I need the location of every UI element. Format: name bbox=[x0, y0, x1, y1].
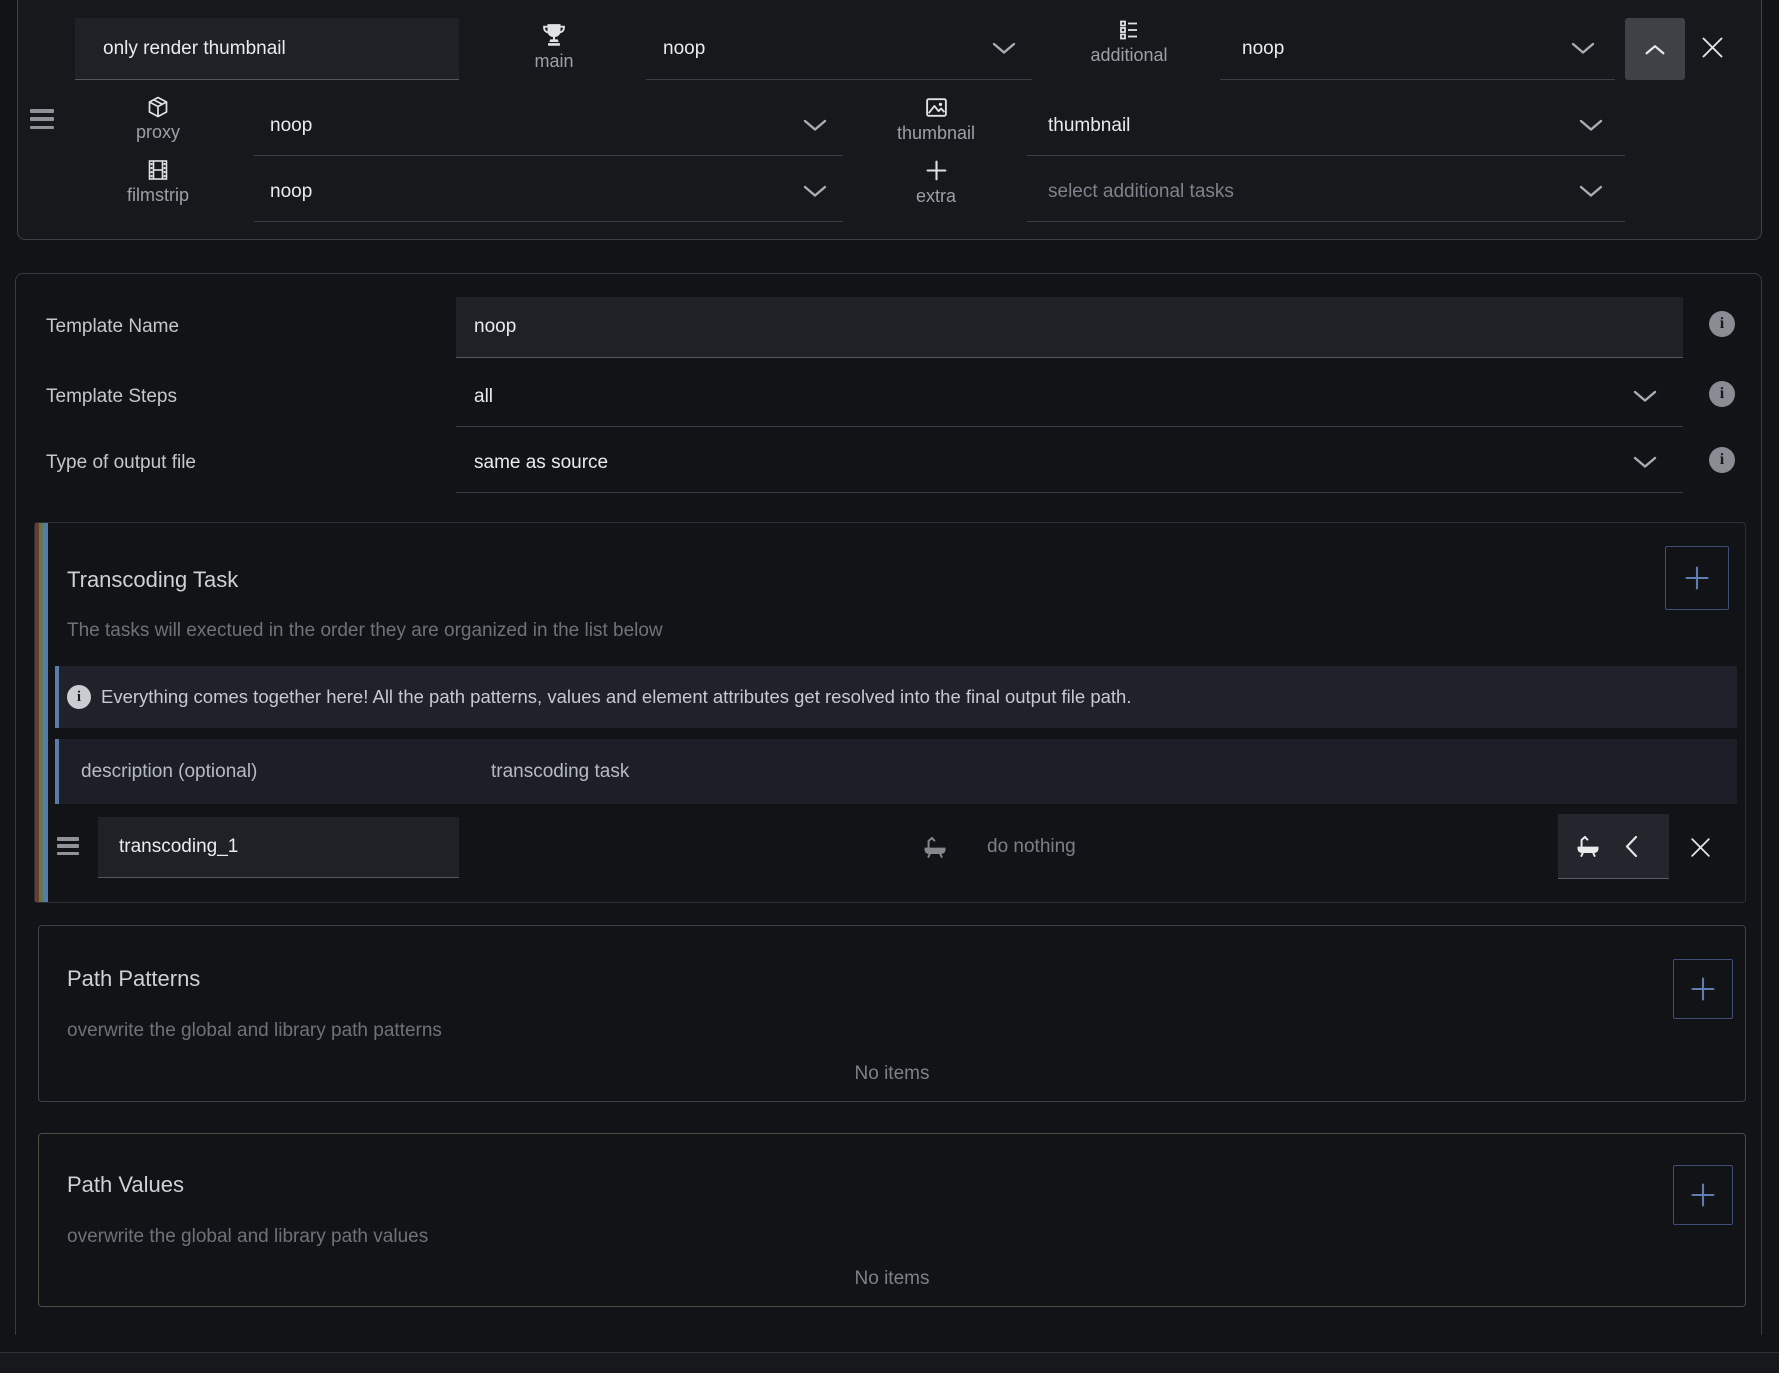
info-icon: i bbox=[67, 685, 91, 709]
output-type-value: same as source bbox=[474, 452, 608, 474]
header-accent-bar bbox=[55, 739, 59, 804]
close-icon bbox=[1699, 34, 1726, 61]
slot-additional: additional bbox=[1086, 18, 1172, 78]
chevron-down-icon bbox=[992, 42, 1016, 55]
banner-accent-bar bbox=[55, 666, 59, 728]
slot-additional-label: additional bbox=[1090, 45, 1167, 65]
task-name-input[interactable] bbox=[75, 18, 459, 80]
slot-main-label: main bbox=[534, 51, 573, 71]
chevron-down-icon bbox=[1633, 390, 1657, 403]
collapse-button[interactable] bbox=[1625, 18, 1685, 80]
path-values-title: Path Values bbox=[67, 1172, 184, 1198]
filmstrip-task-value: noop bbox=[270, 181, 312, 203]
remove-task-button[interactable] bbox=[1683, 830, 1717, 864]
template-editor-page: main noop additional noop bbox=[0, 0, 1779, 1373]
add-path-pattern-button[interactable] bbox=[1673, 959, 1733, 1019]
trophy-icon bbox=[541, 22, 567, 48]
chevron-down-icon bbox=[1579, 185, 1603, 198]
additional-task-select[interactable]: noop bbox=[1220, 18, 1615, 80]
thumbnail-task-select[interactable]: thumbnail bbox=[1027, 96, 1625, 156]
task-action-value: do nothing bbox=[987, 814, 1076, 879]
checklist-icon bbox=[1117, 18, 1141, 42]
info-icon[interactable]: i bbox=[1709, 381, 1735, 407]
path-patterns-title: Path Patterns bbox=[67, 966, 200, 992]
chevron-down-icon bbox=[1579, 119, 1603, 132]
transcoding-section-title: Transcoding Task bbox=[67, 567, 238, 593]
slot-filmstrip-label: filmstrip bbox=[127, 185, 189, 205]
path-values-empty: No items bbox=[39, 1268, 1745, 1290]
image-icon bbox=[924, 95, 949, 120]
slot-extra: extra bbox=[896, 158, 976, 216]
bathtub-icon bbox=[921, 833, 949, 861]
path-patterns-section: Path Patterns overwrite the global and l… bbox=[38, 925, 1746, 1102]
additional-task-value: noop bbox=[1242, 38, 1284, 60]
chevron-down-icon bbox=[1633, 456, 1657, 469]
slot-main: main bbox=[514, 22, 594, 82]
add-path-value-button[interactable] bbox=[1673, 1165, 1733, 1225]
plus-icon bbox=[924, 158, 949, 183]
slot-proxy-label: proxy bbox=[136, 122, 180, 142]
info-icon[interactable]: i bbox=[1709, 311, 1735, 337]
close-task-button[interactable] bbox=[1694, 29, 1730, 65]
close-icon bbox=[1688, 835, 1713, 860]
bathtub-icon bbox=[1574, 832, 1602, 860]
chevron-down-icon bbox=[1571, 42, 1595, 55]
chevron-left-icon bbox=[1624, 835, 1638, 858]
template-steps-select[interactable]: all bbox=[456, 367, 1683, 427]
add-transcoding-task-button[interactable] bbox=[1665, 546, 1729, 610]
slot-filmstrip: filmstrip bbox=[118, 158, 198, 216]
extra-task-select[interactable]: select additional tasks bbox=[1027, 162, 1625, 222]
transcoding-info-banner: i Everything comes together here! All th… bbox=[55, 666, 1737, 728]
transcoding-header-row: description (optional) transcoding task bbox=[55, 739, 1737, 804]
output-type-label: Type of output file bbox=[46, 453, 196, 473]
cube-icon bbox=[146, 95, 170, 119]
slot-extra-label: extra bbox=[916, 186, 956, 206]
chevron-up-icon bbox=[1645, 44, 1665, 55]
footer-strip bbox=[0, 1352, 1779, 1373]
filmstrip-task-select[interactable]: noop bbox=[254, 162, 843, 222]
transcoding-row: do nothing bbox=[35, 814, 1747, 879]
output-type-select[interactable]: same as source bbox=[456, 433, 1683, 493]
path-patterns-empty: No items bbox=[39, 1063, 1745, 1085]
transcoding-section-subtitle: The tasks will exectued in the order the… bbox=[67, 621, 663, 641]
proxy-task-select[interactable]: noop bbox=[254, 96, 843, 156]
info-icon[interactable]: i bbox=[1709, 447, 1735, 473]
path-values-subtitle: overwrite the global and library path va… bbox=[67, 1227, 428, 1247]
template-name-label: Template Name bbox=[46, 317, 179, 337]
transcoding-task-section: Transcoding Task The tasks will exectued… bbox=[34, 522, 1746, 903]
extra-task-placeholder: select additional tasks bbox=[1048, 181, 1234, 203]
path-patterns-subtitle: overwrite the global and library path pa… bbox=[67, 1021, 442, 1041]
banner-text: Everything comes together here! All the … bbox=[101, 666, 1131, 728]
task-description-input[interactable] bbox=[98, 817, 459, 878]
chevron-down-icon bbox=[803, 185, 827, 198]
column-task: transcoding task bbox=[491, 739, 629, 804]
slot-thumbnail: thumbnail bbox=[893, 95, 979, 153]
chevron-down-icon bbox=[803, 119, 827, 132]
row-drag-handle[interactable] bbox=[57, 837, 79, 855]
filmstrip-icon bbox=[146, 158, 170, 182]
proxy-task-value: noop bbox=[270, 115, 312, 137]
main-task-value: noop bbox=[663, 38, 705, 60]
slot-thumbnail-label: thumbnail bbox=[897, 123, 975, 143]
path-values-section: Path Values overwrite the global and lib… bbox=[38, 1133, 1746, 1307]
main-task-select[interactable]: noop bbox=[646, 18, 1032, 80]
template-name-input[interactable] bbox=[456, 297, 1683, 358]
task-type-control[interactable] bbox=[1558, 814, 1669, 879]
column-description: description (optional) bbox=[81, 739, 257, 804]
template-steps-label: Template Steps bbox=[46, 387, 177, 407]
template-steps-value: all bbox=[474, 386, 493, 408]
task-drag-handle[interactable] bbox=[30, 109, 54, 129]
thumbnail-task-value: thumbnail bbox=[1048, 115, 1130, 137]
slot-proxy: proxy bbox=[118, 95, 198, 153]
